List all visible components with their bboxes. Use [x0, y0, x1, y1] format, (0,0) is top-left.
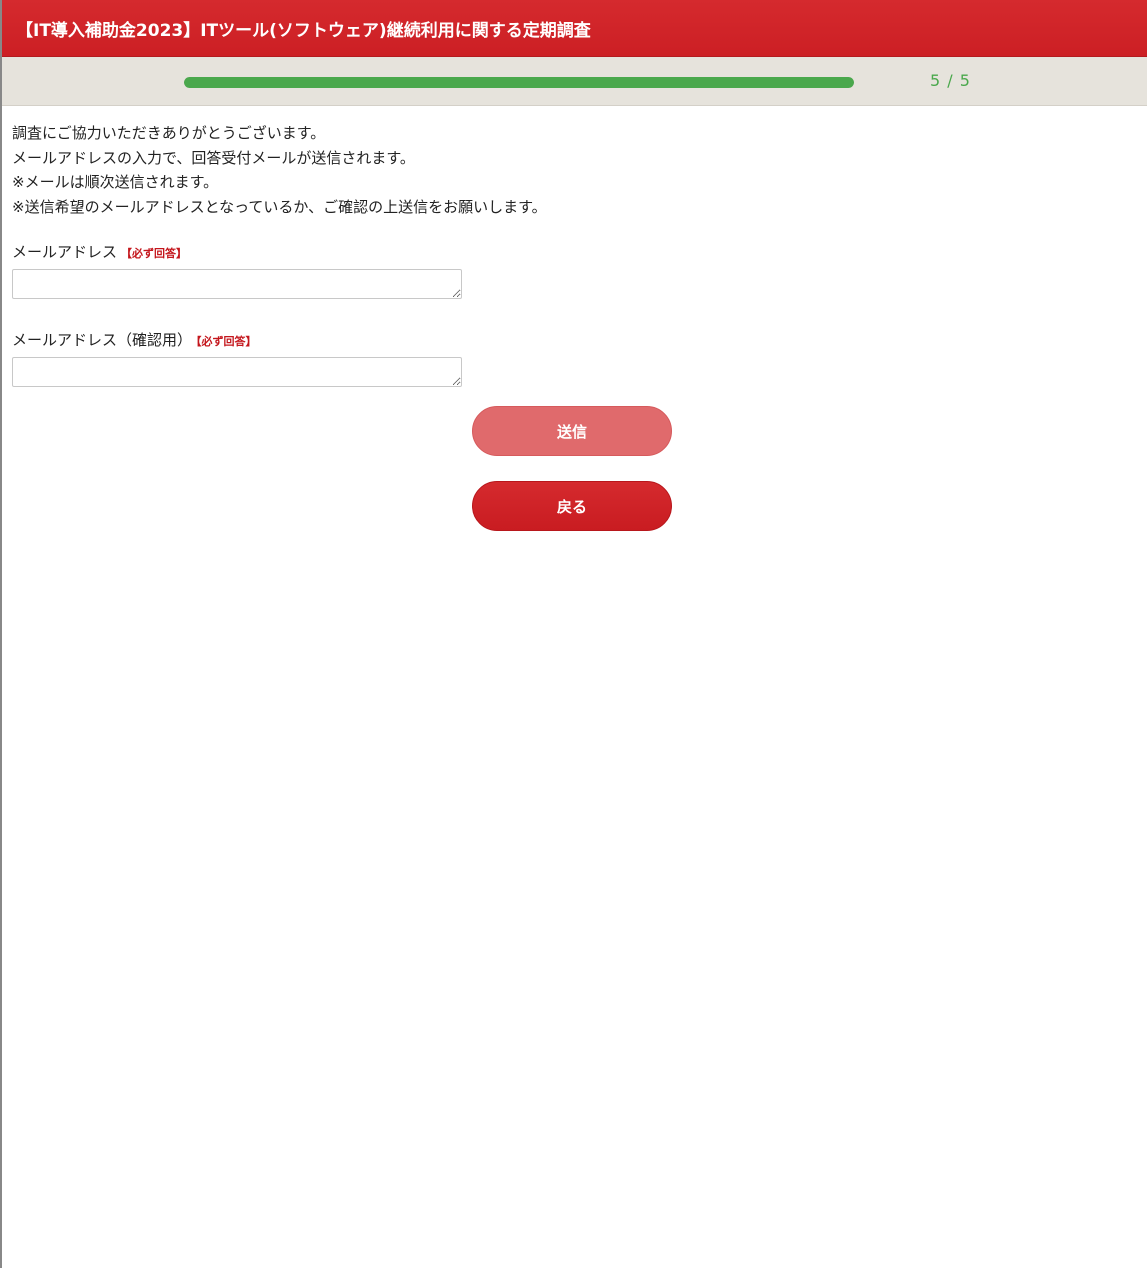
- intro-line: ※送信希望のメールアドレスとなっているか、ご確認の上送信をお願いします。: [12, 197, 547, 216]
- survey-page: 【IT導入補助金2023】ITツール(ソフトウェア)継続利用に関する定期調査 5…: [0, 0, 1147, 1268]
- intro-text: 調査にご協力いただきありがとうございます。 メールアドレスの入力で、回答受付メー…: [12, 121, 1147, 219]
- email-confirm-field[interactable]: [12, 357, 462, 387]
- submit-button[interactable]: 送信: [472, 406, 672, 456]
- email-field[interactable]: [12, 269, 462, 299]
- intro-line: 調査にご協力いただきありがとうございます。: [12, 124, 326, 142]
- survey-content: 調査にご協力いただきありがとうございます。 メールアドレスの入力で、回答受付メー…: [2, 106, 1147, 387]
- required-badge: 【必ず回答】: [196, 335, 257, 348]
- progress-section: 5 / 5: [2, 57, 1147, 106]
- email-label: メールアドレス 【必ず回答】: [12, 241, 1147, 265]
- page-title: 【IT導入補助金2023】ITツール(ソフトウェア)継続利用に関する定期調査: [16, 20, 591, 41]
- progress-bar: [184, 77, 854, 88]
- button-group: 送信 戻る: [472, 406, 672, 531]
- email-confirm-label-text: メールアドレス（確認用）: [12, 331, 193, 349]
- required-badge: 【必ず回答】: [121, 247, 188, 260]
- back-button[interactable]: 戻る: [472, 481, 672, 531]
- email-field-group: メールアドレス 【必ず回答】: [12, 241, 1147, 299]
- email-label-text: メールアドレス: [12, 243, 118, 261]
- progress-bar-fill: [184, 77, 854, 88]
- intro-line: ※メールは順次送信されます。: [12, 173, 219, 191]
- progress-count: 5 / 5: [930, 71, 971, 90]
- email-confirm-field-group: メールアドレス（確認用） 【必ず回答】: [12, 329, 1147, 387]
- intro-line: メールアドレスの入力で、回答受付メールが送信されます。: [12, 148, 415, 167]
- email-confirm-label: メールアドレス（確認用） 【必ず回答】: [12, 329, 1147, 353]
- survey-header: 【IT導入補助金2023】ITツール(ソフトウェア)継続利用に関する定期調査: [2, 0, 1147, 57]
